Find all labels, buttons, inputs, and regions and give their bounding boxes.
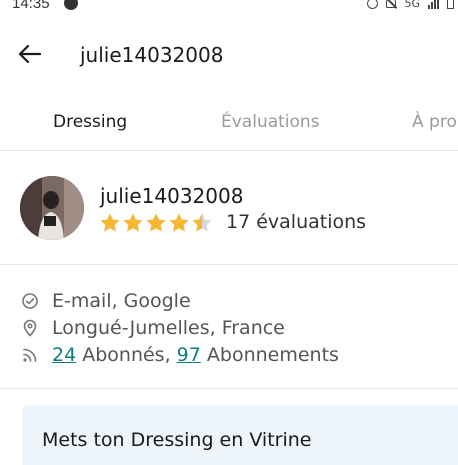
tab-about[interactable]: À pro — [412, 112, 457, 132]
status-icons: 5G — [367, 0, 454, 10]
status-time: 14:35 — [12, 0, 50, 12]
followers-count-link[interactable]: 24 — [52, 344, 76, 366]
location-pin-icon — [20, 318, 40, 338]
profile-summary: julie14032008 17 évaluations — [0, 160, 458, 265]
rating-stars[interactable] — [99, 212, 213, 234]
location-text: Longué-Jumelles, France — [52, 317, 285, 339]
review-count[interactable]: 17 évaluations — [226, 211, 366, 233]
app-bar: julie14032008 — [0, 30, 458, 80]
tab-evaluations[interactable]: Évaluations — [221, 112, 320, 132]
followers-row: 24 Abonnés, 97 Abonnements — [20, 342, 339, 368]
arrow-left-icon — [18, 44, 42, 64]
battery-icon — [447, 0, 454, 9]
alarm-icon — [367, 0, 379, 9]
profile-info: E-mail, Google Longué-Jumelles, France 2… — [0, 276, 458, 389]
following-count-link[interactable]: 97 — [177, 344, 201, 366]
star-icon — [123, 213, 143, 232]
check-circle-icon — [20, 291, 40, 311]
verified-text: E-mail, Google — [52, 290, 191, 312]
star-icon — [146, 213, 166, 232]
followers-label: Abonnés, — [76, 344, 177, 366]
network-label: 5G — [404, 0, 420, 10]
location-row: Longué-Jumelles, France — [20, 315, 285, 341]
back-button[interactable] — [16, 40, 44, 68]
star-icon — [100, 213, 120, 232]
followers-text: 24 Abonnés, 97 Abonnements — [52, 344, 339, 366]
signal-icon — [428, 0, 439, 9]
tab-dressing[interactable]: Dressing — [53, 112, 127, 132]
avatar-photo — [20, 176, 84, 240]
verified-row: E-mail, Google — [20, 288, 191, 314]
profile-tabs: Dressing Évaluations À pro — [0, 100, 458, 151]
star-icon — [192, 213, 212, 232]
page-title: julie14032008 — [80, 43, 224, 67]
status-bar: 14:35 5G — [0, 0, 458, 14]
vpn-icon — [64, 0, 78, 10]
star-icon — [169, 213, 189, 232]
muted-bell-icon — [386, 0, 397, 8]
showcase-banner[interactable]: Mets ton Dressing en Vitrine — [22, 405, 458, 465]
rss-icon — [20, 345, 40, 365]
avatar[interactable] — [20, 176, 84, 240]
following-label: Abonnements — [200, 344, 339, 366]
profile-name: julie14032008 — [100, 184, 244, 208]
showcase-title: Mets ton Dressing en Vitrine — [42, 429, 312, 451]
